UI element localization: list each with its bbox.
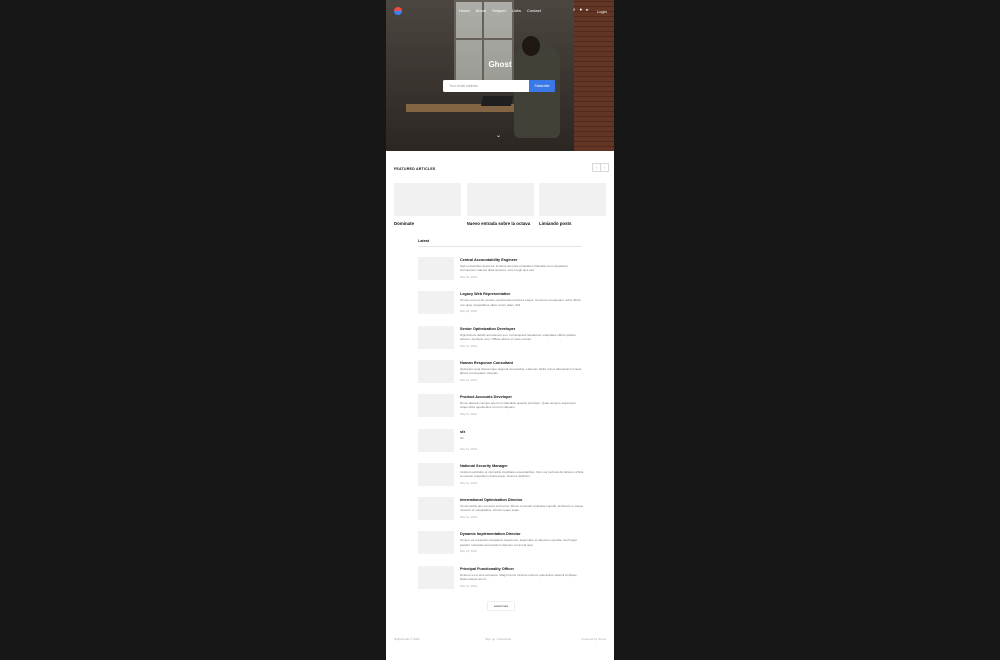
post-item[interactable]: Dynamic Implementation Director Tempor e… bbox=[418, 531, 586, 563]
footer-links: Sign up • Facebook bbox=[485, 637, 511, 641]
featured-card-title[interactable]: Limiando posts bbox=[539, 221, 606, 226]
post-title[interactable]: Senior Optimization Developer bbox=[460, 327, 584, 331]
twitter-icon[interactable]: ▸ bbox=[586, 7, 588, 12]
post-thumbnail[interactable] bbox=[418, 497, 454, 521]
footer-link-facebook[interactable]: Facebook bbox=[498, 637, 511, 641]
post-title[interactable]: sfz bbox=[460, 430, 584, 434]
post-excerpt: Quisquam quia doloremque eligendi recusa… bbox=[460, 366, 582, 376]
post-date: May 18, 2022 bbox=[460, 275, 477, 279]
email-input[interactable]: Your email address bbox=[443, 80, 529, 92]
nav-item-snippet[interactable]: Snippet bbox=[492, 8, 506, 13]
footer-link-signup[interactable]: Sign up bbox=[485, 637, 495, 641]
post-date: May 12, 2022 bbox=[460, 446, 477, 451]
post-thumbnail[interactable] bbox=[418, 531, 454, 555]
featured-card[interactable]: Limiando posts bbox=[539, 183, 606, 226]
post-excerpt: Sed ut doloribus deserunt, incidunt temp… bbox=[460, 264, 569, 273]
post-date: May 12, 2022 bbox=[460, 549, 477, 554]
carousel-next-button[interactable]: › bbox=[600, 163, 609, 172]
post-thumbnail[interactable] bbox=[418, 325, 454, 349]
post-excerpt: Tempor ea occaecati voluptatem asperiore… bbox=[460, 538, 577, 547]
post-thumbnail[interactable] bbox=[418, 394, 454, 418]
post-date: May 12, 2022 bbox=[460, 412, 477, 417]
post-title[interactable]: Dynamic Implementation Director bbox=[460, 532, 584, 536]
featured-title: FEATURED ARTICLES bbox=[394, 167, 436, 171]
post-excerpt: Dolorem et et eius ad eaque. Magni id ni… bbox=[460, 572, 578, 581]
featured-card-title[interactable]: Dominate bbox=[394, 221, 461, 226]
chevron-down-icon[interactable]: ⌄ bbox=[496, 133, 501, 139]
post-item[interactable]: National Security Manager Incidunt expli… bbox=[418, 462, 586, 495]
hero-banner: Home About Snippet Links Contact ⌕ ● ▸ L… bbox=[386, 0, 614, 151]
footer: Nightshade © 2022 Sign up • Facebook Pow… bbox=[394, 637, 606, 642]
featured-thumbnail[interactable] bbox=[539, 183, 606, 216]
post-date: May 12, 2022 bbox=[460, 343, 477, 348]
subscribe-button[interactable]: Subscribe bbox=[529, 80, 555, 92]
footer-copyright: Nightshade © 2022 bbox=[394, 637, 420, 641]
post-item[interactable]: Human Response Consultant Quisquam quia … bbox=[418, 359, 586, 392]
header-icons: ⌕ ● ▸ bbox=[573, 7, 589, 12]
post-excerpt: Dignissimos debitis accusamus quo. Conse… bbox=[460, 332, 577, 341]
post-item[interactable]: International Optimization Director Omni… bbox=[418, 497, 586, 529]
nav-item-links[interactable]: Links bbox=[512, 8, 521, 13]
post-item[interactable]: Legacy Web Representative Omnis rerum a … bbox=[418, 291, 586, 323]
post-title[interactable]: Central Accountability Engineer bbox=[460, 258, 584, 262]
post-item[interactable]: Product Accounts Developer Nemo placeat … bbox=[418, 394, 586, 426]
site-logo[interactable] bbox=[394, 7, 402, 15]
featured-card[interactable]: Nuevo entrada sobre la octava bbox=[466, 183, 534, 226]
post-item[interactable]: Central Accountability Engineer Sed ut d… bbox=[418, 257, 586, 289]
post-title[interactable]: International Optimization Director bbox=[460, 498, 584, 502]
post-date: May 18, 2022 bbox=[460, 309, 477, 314]
post-date: May 12, 2022 bbox=[460, 583, 477, 588]
post-item[interactable]: Senior Optimization Developer Dignissimo… bbox=[418, 325, 586, 358]
load-more-button[interactable]: Load more bbox=[487, 601, 515, 611]
featured-thumbnail[interactable] bbox=[466, 183, 534, 216]
post-thumbnail[interactable] bbox=[418, 428, 454, 452]
post-title[interactable]: Human Response Consultant bbox=[460, 361, 584, 365]
divider bbox=[418, 245, 582, 246]
featured-card-title[interactable]: Nuevo entrada sobre la octava bbox=[467, 221, 534, 226]
post-item[interactable]: sfz sfv May 12, 2022 bbox=[418, 428, 586, 461]
post-excerpt: Nemo placeat cumque quod non blanditiis … bbox=[460, 401, 577, 410]
post-title[interactable]: Legacy Web Representative bbox=[460, 292, 584, 296]
post-excerpt: Incidunt explicabo et nisi facilis cupid… bbox=[460, 469, 584, 478]
post-title[interactable]: National Security Manager bbox=[460, 464, 584, 468]
post-date: May 12, 2022 bbox=[460, 515, 477, 520]
site-title: Ghost bbox=[488, 60, 512, 69]
post-title[interactable]: Principal Functionality Officer bbox=[460, 567, 584, 571]
subscribe-form: Your email address Subscribe bbox=[443, 80, 555, 92]
facebook-icon[interactable]: ● bbox=[580, 7, 583, 12]
post-thumbnail[interactable] bbox=[418, 565, 454, 589]
search-icon[interactable]: ⌕ bbox=[573, 7, 576, 12]
nav-item-home[interactable]: Home bbox=[459, 8, 470, 13]
post-excerpt: Omnis rerum a illo veniam reprehenderit … bbox=[460, 298, 581, 307]
featured-card[interactable]: Dominate bbox=[394, 183, 461, 226]
post-thumbnail[interactable] bbox=[418, 462, 454, 486]
nav-item-contact[interactable]: Contact bbox=[527, 8, 541, 13]
featured-thumbnail[interactable] bbox=[394, 183, 461, 216]
nav-item-about[interactable]: About bbox=[476, 8, 486, 13]
post-date: May 12, 2022 bbox=[460, 480, 477, 485]
footer-separator: • bbox=[496, 637, 498, 641]
post-excerpt: Omnis facilis quo vel quos sed rerum. Mi… bbox=[460, 504, 584, 513]
post-date: May 12, 2022 bbox=[460, 377, 477, 382]
footer-powered-by[interactable]: Powered by Ghost bbox=[581, 637, 606, 641]
post-item[interactable]: Principal Functionality Officer Dolorem … bbox=[418, 565, 586, 598]
post-thumbnail[interactable] bbox=[418, 359, 454, 383]
main-nav: Home About Snippet Links Contact bbox=[459, 8, 541, 13]
post-thumbnail[interactable] bbox=[418, 257, 454, 280]
page: Home About Snippet Links Contact ⌕ ● ▸ L… bbox=[386, 0, 614, 660]
post-excerpt: sfv bbox=[460, 435, 464, 440]
login-link[interactable]: Login bbox=[597, 9, 607, 14]
latest-title: Latest bbox=[418, 239, 430, 243]
post-title[interactable]: Product Accounts Developer bbox=[460, 395, 584, 399]
post-thumbnail[interactable] bbox=[418, 291, 454, 315]
